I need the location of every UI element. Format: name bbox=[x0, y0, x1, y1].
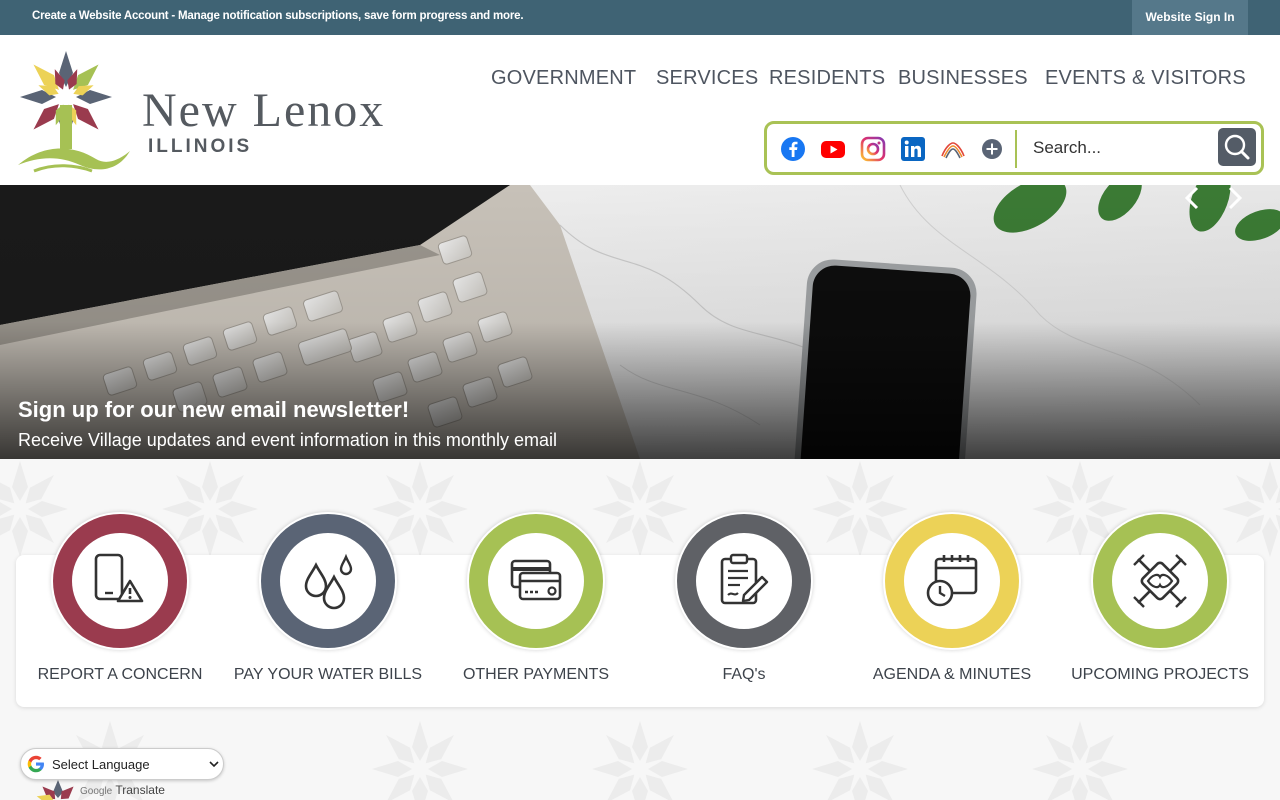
quick-link-faqs[interactable]: FAQ's bbox=[644, 512, 844, 692]
previous-slide-button[interactable] bbox=[1180, 185, 1206, 211]
quick-link-upcoming-projects[interactable]: UPCOMING PROJECTS bbox=[1060, 512, 1260, 692]
hero-slideshow: Sign up for our new email newsletter! Re… bbox=[0, 185, 1280, 459]
search-button[interactable] bbox=[1218, 128, 1256, 166]
calendar-clock-icon bbox=[926, 555, 978, 607]
quick-link-report-concern[interactable]: REPORT A CONCERN bbox=[20, 512, 220, 692]
quick-link-label: FAQ's bbox=[722, 666, 766, 683]
facebook-icon[interactable] bbox=[780, 136, 806, 162]
website-sign-in-button[interactable]: Website Sign In bbox=[1132, 0, 1248, 35]
google-g-icon bbox=[27, 755, 44, 773]
icon-ring bbox=[883, 512, 1021, 650]
search-input[interactable] bbox=[1023, 128, 1213, 168]
icon-ring bbox=[259, 512, 397, 650]
nav-businesses[interactable]: BUSINESSES bbox=[898, 67, 1028, 91]
search-divider bbox=[1015, 130, 1017, 168]
chevron-down-icon bbox=[209, 761, 219, 768]
social-search-bar bbox=[764, 121, 1264, 175]
hero-title[interactable]: Sign up for our new email newsletter! bbox=[18, 397, 409, 423]
translate-label: Translate bbox=[115, 783, 165, 797]
linkedin-icon[interactable] bbox=[900, 136, 926, 162]
create-account-link[interactable]: Create a Website Account - Manage notifi… bbox=[32, 10, 524, 22]
icon-ring bbox=[467, 512, 605, 650]
quick-link-label: PAY YOUR WATER BILLS bbox=[233, 666, 423, 683]
quick-link-label: UPCOMING PROJECTS bbox=[1071, 666, 1249, 683]
logo-state: ILLINOIS bbox=[148, 136, 253, 157]
quick-link-agenda-minutes[interactable]: AGENDA & MINUTES bbox=[852, 512, 1052, 692]
credit-card-icon bbox=[510, 559, 562, 601]
youtube-icon[interactable] bbox=[820, 136, 846, 162]
water-drops-icon bbox=[304, 553, 353, 610]
footer-logo-icon bbox=[36, 780, 74, 800]
next-slide-button[interactable] bbox=[1221, 185, 1247, 211]
logo-star-icon bbox=[18, 51, 130, 173]
quick-link-pay-water-bills[interactable]: PAY YOUR WATER BILLS bbox=[228, 512, 428, 692]
more-icon[interactable] bbox=[981, 138, 1003, 160]
icon-ring bbox=[51, 512, 189, 650]
hero-subtitle: Receive Village updates and event inform… bbox=[18, 430, 557, 450]
top-bar: Create a Website Account - Manage notifi… bbox=[0, 0, 1280, 35]
google-translate-credit[interactable]: Google Translate bbox=[80, 783, 165, 797]
icon-ring bbox=[1091, 512, 1229, 650]
quick-link-label: REPORT A CONCERN bbox=[37, 666, 203, 683]
instagram-icon[interactable] bbox=[860, 136, 886, 162]
logo-name: New Lenox bbox=[142, 84, 386, 137]
quick-link-label: AGENDA & MINUTES bbox=[872, 666, 1032, 683]
quick-link-other-payments[interactable]: OTHER PAYMENTS bbox=[436, 512, 636, 692]
language-select[interactable]: Select Language bbox=[20, 748, 224, 780]
google-wordmark: Google bbox=[80, 786, 113, 797]
nav-government[interactable]: GOVERNMENT bbox=[491, 67, 636, 91]
clipboard-icon bbox=[720, 553, 769, 605]
search-icon bbox=[1224, 134, 1250, 160]
nav-residents[interactable]: RESIDENTS bbox=[769, 67, 885, 91]
nav-events-visitors[interactable]: EVENTS & VISITORS bbox=[1045, 67, 1246, 91]
phone-alert-icon bbox=[94, 553, 144, 603]
nav-services[interactable]: SERVICES bbox=[656, 67, 758, 91]
site-logo[interactable]: New Lenox ILLINOIS bbox=[14, 47, 474, 177]
gears-icon bbox=[1133, 554, 1187, 608]
stream-icon[interactable] bbox=[940, 136, 966, 162]
quick-link-label: OTHER PAYMENTS bbox=[462, 666, 610, 683]
select-language-label: Select Language bbox=[52, 757, 150, 772]
icon-ring bbox=[675, 512, 813, 650]
site-header: New Lenox ILLINOIS GOVERNMENT SERVICES R… bbox=[0, 35, 1280, 185]
